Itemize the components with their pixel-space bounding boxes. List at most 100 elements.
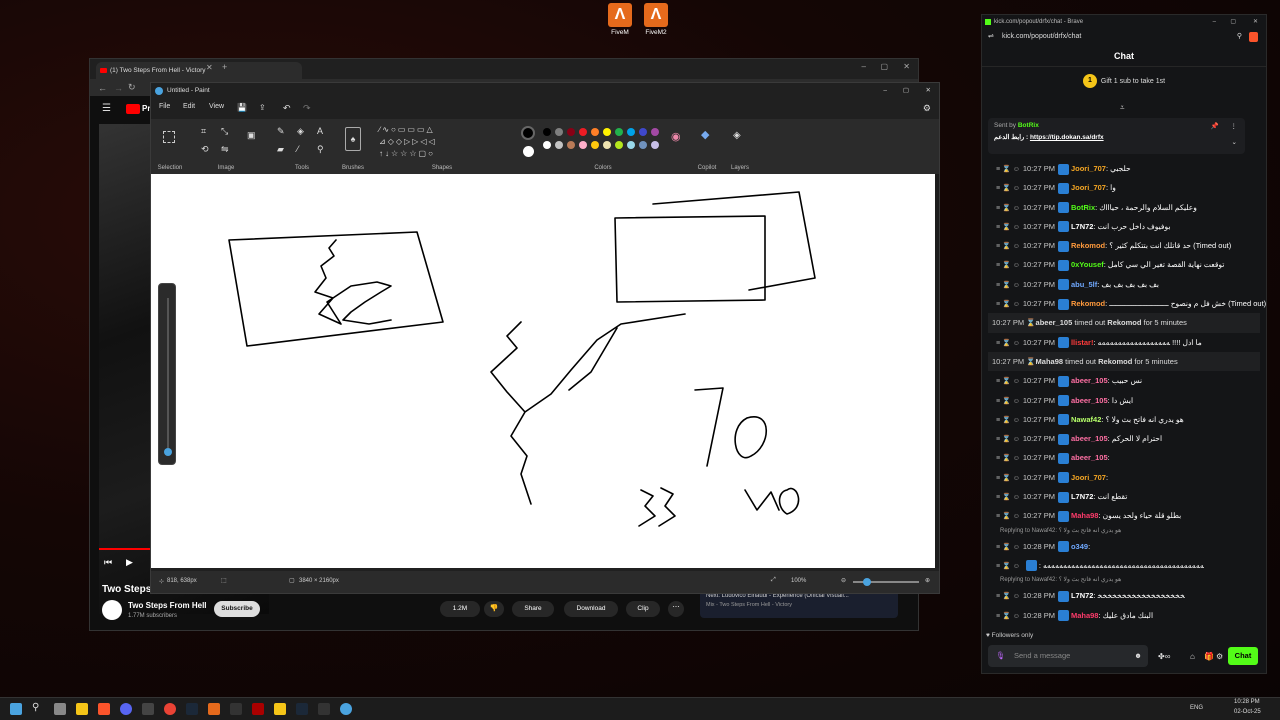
new-tab-icon[interactable]: + (222, 62, 227, 72)
message-input[interactable]: 🎙 Send a message ☻ (988, 645, 1148, 667)
download-button[interactable]: Download (564, 601, 618, 617)
gift-icon[interactable]: 🎁 (1204, 652, 1214, 661)
selection-icon[interactable] (163, 131, 175, 143)
gift-banner[interactable]: 1 Gift 1 sub to take 1st (982, 67, 1266, 97)
message-user[interactable]: BotRix (1071, 203, 1095, 212)
app-icon-2[interactable] (252, 703, 264, 715)
app-icon-1[interactable] (230, 703, 242, 715)
system-target[interactable]: Rekomod (1098, 357, 1132, 366)
clip-button[interactable]: Clip (626, 601, 660, 617)
palette-swatch[interactable] (615, 141, 623, 149)
chrome-icon[interactable] (164, 703, 176, 715)
chat-message[interactable]: ≡ ⌛ ☺ 10:27 PM abeer_105: احترام لا الحركم (982, 429, 1266, 448)
brave-shield-icon[interactable] (1249, 32, 1258, 42)
chat-message[interactable]: ≡ ⌛ ☺ 10:27 PM Nawaf42: هو يدري انه فاتح ب… (982, 410, 1266, 429)
pinned-link[interactable]: https://tip.dokan.sa/drfx (1030, 134, 1104, 141)
palette-swatch[interactable] (627, 141, 635, 149)
task-view-icon[interactable] (54, 703, 66, 715)
message-user[interactable]: Joori_707 (1071, 164, 1106, 173)
message-user[interactable]: L7N72 (1071, 222, 1094, 231)
copilot-icon[interactable]: ◆ (701, 130, 709, 141)
paint-maximize-icon[interactable]: ▢ (903, 83, 909, 99)
palette-swatch[interactable] (615, 128, 623, 136)
steam2-icon[interactable] (296, 703, 308, 715)
chat-message[interactable]: ≡ ⌛ ☺ 10:28 PM o349: (982, 537, 1266, 556)
palette-swatch[interactable] (603, 128, 611, 136)
subscribe-button[interactable]: Subscribe (214, 601, 260, 617)
kick-address-bar[interactable]: ⇌ kick.com/popout/drfx/chat ⚲ (982, 29, 1266, 45)
chat-message[interactable]: ≡ ⌛ ☺ 10:27 PM BotRix: وعليكم السلام والرح… (982, 198, 1266, 217)
play-icon[interactable]: ▶ (126, 557, 133, 568)
palette-swatch[interactable] (627, 128, 635, 136)
youtube-logo-icon[interactable] (126, 104, 140, 114)
message-user[interactable]: abeer_105 (1071, 453, 1108, 462)
palette-swatch[interactable] (651, 141, 659, 149)
paint-taskbar-icon[interactable] (340, 703, 352, 715)
menu-icon[interactable]: ☰ (102, 103, 111, 114)
message-user[interactable]: Maha98 (1036, 357, 1064, 366)
dislike-icon[interactable]: 👎 (484, 601, 504, 617)
sticky-notes-icon[interactable] (274, 703, 286, 715)
zoom-out-icon[interactable]: ⊖ (841, 577, 846, 584)
message-user[interactable]: Joori_707 (1071, 473, 1106, 482)
chat-message[interactable]: ≡ ⌛ ☺ 10:28 PM L7N72: ﺨﺨﺨﺨﺨﺨﺨﺨﺨﺨﺨﺨﺨﺨﺨﺨﺨﺨ (982, 586, 1266, 605)
message-user[interactable]: Maha98 (1071, 611, 1099, 620)
kick-emotes-icon[interactable]: ✤∞ (1158, 652, 1170, 661)
primary-color-swatch[interactable] (521, 126, 535, 140)
language-indicator[interactable]: ENG (1190, 705, 1203, 711)
reply-context[interactable]: Replying to Nawaf42: هو يدري انه فاتح بث… (982, 526, 1266, 537)
redo-icon[interactable]: ↷ (303, 103, 311, 114)
forward-icon[interactable]: → (114, 83, 123, 93)
save-icon[interactable]: 💾 (237, 103, 247, 112)
chat-message[interactable]: ≡ ⌛ ☺ 10:27 PM Maha98: بطلو قلة حياء ولحد … (982, 506, 1266, 525)
message-user[interactable]: llistar! (1071, 338, 1094, 347)
zoom-search-icon[interactable]: ⚲ (1237, 29, 1242, 45)
palette-swatch[interactable] (567, 141, 575, 149)
more-icon[interactable]: ⋯ (668, 601, 684, 617)
fivem2-desktop-icon[interactable]: Λ FiveM2 (638, 3, 674, 36)
message-user[interactable]: Joori_707 (1071, 183, 1106, 192)
brave-icon[interactable] (98, 703, 110, 715)
previous-icon[interactable]: ⏮ (104, 557, 112, 568)
palette-swatch[interactable] (555, 141, 563, 149)
palette-swatch[interactable] (639, 141, 647, 149)
pinned-more-icon[interactable]: ⋮ (1231, 122, 1238, 130)
chat-message[interactable]: ≡ ⌛ ☺ 10:27 PM Joori_707: حلجبي (982, 159, 1266, 178)
mic-icon[interactable]: 🎙 (996, 645, 1006, 667)
message-user[interactable]: abu_5lf (1071, 280, 1097, 289)
palette-swatch[interactable] (579, 141, 587, 149)
crop-icon[interactable]: ⌗ (201, 127, 206, 136)
chat-message[interactable]: ≡ ⌛ ☺ 10:27 PM abu_5lf: بف بف بف بف بف (982, 275, 1266, 294)
pencil-icon[interactable]: ✎ (277, 127, 285, 136)
fivem-taskbar-icon[interactable] (208, 703, 220, 715)
palette-swatch[interactable] (651, 128, 659, 136)
system-target[interactable]: Rekomod (1107, 318, 1141, 327)
minimize-icon[interactable]: – (862, 62, 866, 71)
fit-icon[interactable]: ⤢ (771, 577, 776, 584)
shapes-row3-icon[interactable]: ↑↓☆☆☆▢○ (379, 149, 435, 158)
pin-icon[interactable]: 📌 (1211, 122, 1219, 130)
like-button[interactable]: 1.2M (440, 601, 480, 617)
layers-icon[interactable]: ◈ (733, 131, 741, 141)
reply-context[interactable]: Replying to Nawaf42: هو يدري انه فاتح بث… (982, 575, 1266, 586)
close-icon[interactable]: ✕ (903, 62, 910, 71)
chat-message[interactable]: ≡ ⌛ ☺ 10:27 PM Joori_707: (982, 468, 1266, 487)
magnifier-icon[interactable]: ⚲ (317, 145, 324, 154)
send-chat-button[interactable]: Chat (1228, 647, 1258, 665)
channel-name[interactable]: Two Steps From Hell (128, 601, 207, 610)
chat-message[interactable]: ≡ ⌛ ☺ 10:27 PM abeer_105: ايش دا (982, 391, 1266, 410)
palette-swatch[interactable] (555, 128, 563, 136)
message-user[interactable]: abeer_105 (1071, 434, 1108, 443)
message-user[interactable]: abeer_105 (1036, 318, 1073, 327)
kick-close-icon[interactable]: ✕ (1253, 15, 1258, 29)
color-picker-icon[interactable]: ⁄ (297, 145, 299, 154)
palette-swatch[interactable] (543, 128, 551, 136)
zoom-level[interactable]: 100% (791, 578, 806, 584)
kick-maximize-icon[interactable]: ▢ (1230, 15, 1236, 29)
pinned-expand-icon[interactable]: ⌄ (1232, 138, 1237, 146)
menu-file[interactable]: File (159, 103, 170, 110)
flip-icon[interactable]: ⇋ (221, 145, 229, 154)
chat-settings-icon[interactable]: ⚙ (1216, 652, 1223, 661)
shapes-row2-icon[interactable]: ⊿◇◇▷▷◁◁ (379, 137, 437, 146)
secondary-color-swatch[interactable] (523, 146, 534, 157)
